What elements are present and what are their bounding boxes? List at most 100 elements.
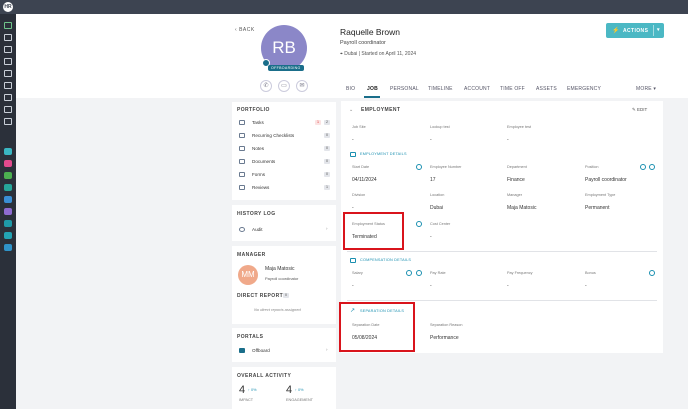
tab-more[interactable]: MORE ▾ [636,86,656,92]
manager-card: MANAGER MM Maja Matosic Payroll coordina… [232,246,336,324]
people-icon[interactable] [4,58,12,65]
collapse-chevron-icon[interactable]: ⌄ [349,107,353,113]
engagement-label: ENGAGEMENT [286,398,314,402]
tab-emergency[interactable]: EMERGENCY [567,86,601,92]
start-date-value: 04/11/2024 [352,177,377,183]
field-value: - [352,137,354,143]
clipboard-icon[interactable] [4,82,12,89]
history-title: HISTORY LOG [237,211,276,217]
chat-icon[interactable]: ▭ [278,80,290,92]
actions-button[interactable]: ⚡ ACTIONS ▾ [606,23,664,38]
pink-icon[interactable] [4,160,12,167]
leaf-icon[interactable] [4,22,12,29]
engagement-trend: ↑ 0% [295,388,304,392]
history-icon[interactable] [649,270,655,276]
field-label: Location [430,193,445,197]
employment-title: EMPLOYMENT [361,107,401,113]
engagement-value: 4 [286,384,293,396]
employment-details-title: EMPLOYMENT DETAILS [360,152,407,156]
tab-time-off[interactable]: TIME OFF [500,86,525,92]
pay-rate-value: - [430,283,432,289]
direct-reports-empty: No direct reports assigned [254,307,301,312]
folder-icon[interactable] [4,70,12,77]
impact-label: IMPACT [239,398,254,402]
salary-value: - [352,283,354,289]
back-link[interactable]: ‹ BACK [235,27,255,33]
activity-title: OVERALL ACTIVITY [237,373,292,379]
employee-number-value: 17 [430,177,436,183]
tab-personal[interactable]: PERSONAL [390,86,419,92]
compensation-title: COMPENSATION DETAILS [360,258,412,262]
manager-avatar[interactable]: MM [238,265,258,285]
manager-role: Payroll coordinator [265,276,299,281]
impact-trend: ↑ 0% [248,388,257,392]
cost-center-value: - [430,234,432,240]
history-icon[interactable] [416,164,422,170]
document-icon[interactable] [4,106,12,113]
field-label: Separation Reason [430,323,463,327]
history-icon[interactable] [640,164,646,170]
id-card-icon[interactable] [4,34,12,41]
purple-icon[interactable] [4,208,12,215]
divider [347,251,657,252]
manager-value[interactable]: Maja Matosic [507,205,536,211]
position-value: Payroll coordinator [585,177,627,183]
tab-assets[interactable]: ASSETS [536,86,557,92]
tab-account[interactable]: ACCOUNT [464,86,490,92]
top-bar: HR [0,0,688,14]
chevron-down-icon[interactable]: ▾ [657,27,660,33]
status-badge: OFFBOARDING [268,65,304,71]
field-label: Job Site [352,125,366,129]
phone-icon[interactable]: ✆ [260,80,272,92]
department-value: Finance [507,177,525,183]
field-label: Department [507,165,527,169]
field-label: Pay Rate [430,271,446,275]
blue-icon[interactable] [4,196,12,203]
portals-title: PORTALS [237,334,264,340]
manager-name[interactable]: Maja Matosic [265,266,294,272]
tab-job[interactable]: JOB [367,86,378,92]
edit-button[interactable]: ✎ EDIT [632,107,647,113]
calendar-icon[interactable] [4,94,12,101]
history-icon[interactable] [649,164,655,170]
gear-icon[interactable] [4,118,12,125]
impact-value: 4 [239,384,246,396]
profile-tabs: BIO JOB PERSONAL TIMELINE ACCOUNT TIME O… [340,86,660,96]
history-icon[interactable] [416,270,422,276]
field-label: Position [585,165,599,169]
teal-icon-2[interactable] [4,184,12,191]
tab-timeline[interactable]: TIMELINE [428,86,453,92]
note-icon [239,146,245,151]
app-logo[interactable]: HR [3,2,13,12]
employment-type-value: Permanent [585,205,610,211]
bonus-value: - [585,283,587,289]
list-icon[interactable] [4,46,12,53]
green-icon[interactable] [4,172,12,179]
teal-icon[interactable] [4,148,12,155]
pay-frequency-value: - [507,283,509,289]
highlight-box [339,302,415,352]
division-value: - [352,205,354,211]
chevron-right-icon: › [326,226,328,231]
field-label: Employee test [507,125,532,129]
repeat-icon [239,133,245,138]
teal-icon-3[interactable] [4,220,12,227]
review-icon [239,185,245,190]
active-tab-indicator [364,96,380,98]
divider [347,300,657,301]
field-label: Employment Type [585,193,616,197]
grid-icon[interactable] [4,244,12,251]
employee-name: Raquelle Brown [340,27,401,37]
mail-icon[interactable]: ✉ [296,80,308,92]
nav-rail [0,14,16,409]
history-icon[interactable] [416,221,422,227]
field-label: Manager [507,193,522,197]
history-icon[interactable] [406,270,412,276]
portfolio-title: PORTFOLIO [237,107,270,113]
activity-card: OVERALL ACTIVITY 4 ↑ 0% IMPACT 4 ↑ 0% EN… [232,367,336,409]
field-label: Bonus [585,271,596,275]
field-label: Lookup test [430,125,450,129]
tab-bio[interactable]: BIO [346,86,355,92]
portfolio-card: PORTFOLIO Tasks 1 2 Recurring Checklists… [232,102,336,200]
teal-icon-4[interactable] [4,232,12,239]
